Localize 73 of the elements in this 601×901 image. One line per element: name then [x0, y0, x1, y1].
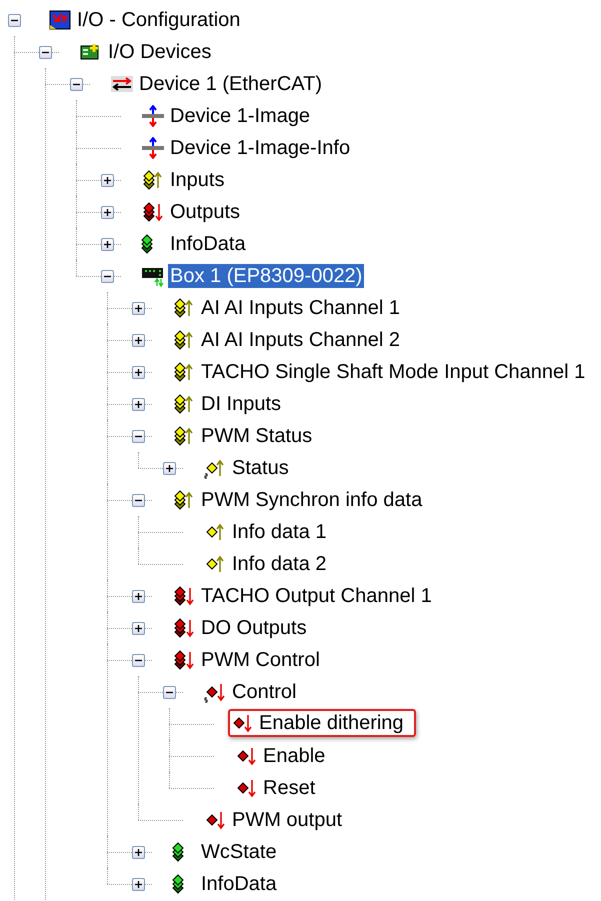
- expand-toggle[interactable]: [132, 398, 145, 411]
- process-image-icon: [141, 137, 165, 159]
- collapse-toggle[interactable]: [163, 686, 176, 699]
- plus-icon: [134, 336, 143, 345]
- collapse-toggle[interactable]: [39, 46, 52, 59]
- tree-item-label[interactable]: PWM Status: [199, 424, 314, 448]
- plus-icon: [134, 592, 143, 601]
- tree-item-label[interactable]: Outputs: [168, 200, 242, 224]
- tree-item-label[interactable]: Reset: [261, 776, 318, 800]
- tree-item-label[interactable]: AI AI Inputs Channel 1: [199, 296, 402, 320]
- tree-item-label[interactable]: Status: [230, 456, 291, 480]
- expand-toggle[interactable]: [101, 206, 114, 219]
- tree-item-label[interactable]: Box 1 (EP8309-0022): [168, 264, 364, 288]
- expand-toggle[interactable]: [132, 302, 145, 315]
- expand-toggle[interactable]: [163, 462, 176, 475]
- configuration-icon: [48, 9, 72, 31]
- expand-toggle[interactable]: [132, 846, 145, 859]
- expand-toggle[interactable]: [101, 174, 114, 187]
- tree-item-label[interactable]: Enable dithering: [257, 711, 406, 735]
- info-group-icon: [172, 842, 185, 862]
- expand-toggle[interactable]: [101, 238, 114, 251]
- tree-item-label[interactable]: InfoData: [199, 872, 279, 896]
- tree-item-label[interactable]: TACHO Single Shaft Mode Input Channel 1: [199, 360, 588, 384]
- tree-item-label[interactable]: Info data 2: [230, 552, 329, 576]
- tree-item-label[interactable]: AI AI Inputs Channel 2: [199, 328, 402, 352]
- tree-item-label[interactable]: I/O - Configuration: [75, 8, 242, 32]
- process-image-icon: [141, 105, 165, 127]
- plus-icon: [134, 624, 143, 633]
- tree-item-label[interactable]: Device 1-Image: [168, 104, 312, 128]
- plus-icon: [134, 400, 143, 409]
- output-group-icon: [172, 585, 196, 607]
- output-struct-icon: [203, 681, 227, 703]
- info-group-icon: [141, 234, 154, 254]
- collapse-toggle[interactable]: [70, 78, 83, 91]
- tree-item-label[interactable]: DI Inputs: [199, 392, 284, 416]
- collapse-toggle[interactable]: [132, 494, 145, 507]
- expand-toggle[interactable]: [132, 622, 145, 635]
- expand-toggle[interactable]: [132, 366, 145, 379]
- expand-toggle[interactable]: [132, 590, 145, 603]
- expand-toggle[interactable]: [132, 334, 145, 347]
- plus-icon: [134, 848, 143, 857]
- tree-item-label[interactable]: Inputs: [168, 168, 226, 192]
- collapse-toggle[interactable]: [8, 14, 21, 27]
- plus-icon: [103, 240, 112, 249]
- output-group-icon: [172, 617, 196, 639]
- tree-item-label[interactable]: PWM output: [230, 808, 344, 832]
- network-arrows-icon: [110, 73, 134, 95]
- terminal-box-icon: [141, 265, 165, 287]
- tree-item-label[interactable]: Device 1 (EtherCAT): [137, 72, 324, 96]
- output-group-icon: [172, 649, 196, 671]
- plus-icon: [165, 464, 174, 473]
- plus-icon: [103, 208, 112, 217]
- tree-item-label[interactable]: PWM Synchron info data: [199, 488, 424, 512]
- collapse-toggle[interactable]: [132, 654, 145, 667]
- tree-item-label[interactable]: Device 1-Image-Info: [168, 136, 352, 160]
- tree-item-label[interactable]: WcState: [199, 840, 279, 864]
- collapse-toggle[interactable]: [132, 430, 145, 443]
- collapse-toggle[interactable]: [101, 270, 114, 283]
- output-group-icon: [141, 201, 165, 223]
- tree-item-label[interactable]: Control: [230, 680, 298, 704]
- plus-icon: [103, 176, 112, 185]
- info-group-icon: [172, 874, 185, 894]
- tree-item-label[interactable]: PWM Control: [199, 648, 322, 672]
- tree-item-label[interactable]: DO Outputs: [199, 616, 309, 640]
- tree-item-label[interactable]: Enable: [261, 744, 328, 768]
- tree-item-label[interactable]: I/O Devices: [106, 40, 214, 64]
- plus-icon: [134, 880, 143, 889]
- tree-item-label[interactable]: InfoData: [168, 232, 248, 256]
- tree-item-label[interactable]: Info data 1: [230, 520, 329, 544]
- expand-toggle[interactable]: [132, 878, 145, 891]
- plus-icon: [134, 304, 143, 313]
- plus-icon: [134, 368, 143, 377]
- tree-item-label[interactable]: TACHO Output Channel 1: [199, 584, 434, 608]
